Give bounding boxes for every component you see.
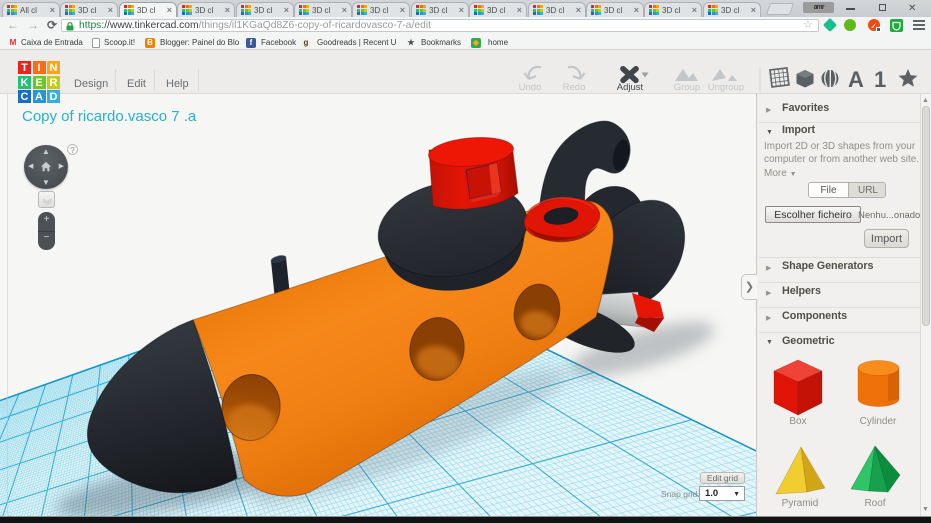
- svg-text:1: 1: [874, 67, 886, 92]
- svg-text:A: A: [848, 67, 864, 92]
